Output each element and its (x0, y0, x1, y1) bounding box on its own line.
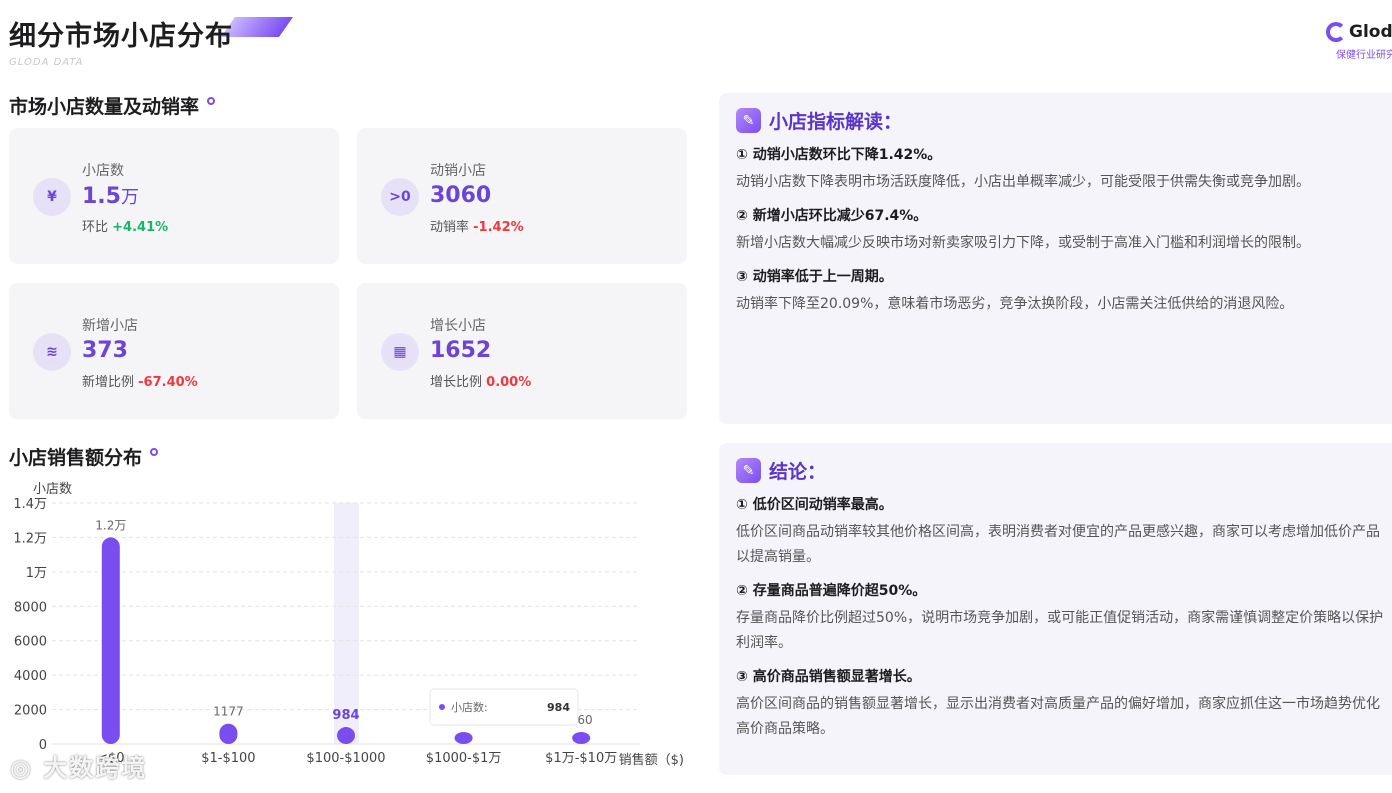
insight-point-title: ② 新增小店环比减少67.4%。 (736, 208, 928, 224)
conclusion-point-body: 高价区间商品的销售额显著增长，显示出消费者对高质量产品的偏好增加，商家应抓住这一… (736, 696, 1380, 737)
conclusion-point-body: 存量商品降价比例超过50%，说明市场竞争加剧，或可能正值促销活动，商家需谨慎调整… (736, 610, 1384, 651)
tooltip-value: 984 (547, 701, 570, 714)
metric-label: 新增小店 (82, 318, 138, 334)
conclusion-panel: ✎ 结论： ① 低价区间动销率最高。 低价区间商品动销率较其他价格区间高，表明消… (719, 443, 1392, 775)
data-label: 1.2万 (95, 518, 126, 532)
change-value: 0.00% (486, 375, 532, 390)
insight-point-title: ③ 动销率低于上一周期。 (736, 269, 893, 285)
chart-svg: 020004000600080001万1.2万1.4万1.2万<$01177$1… (13, 497, 684, 768)
brand-name: Gloda (1349, 22, 1392, 42)
panel-title: 结论： (769, 461, 827, 483)
x-tick-label: $1万-$10万 (545, 751, 617, 766)
metric-label: 增长小店 (430, 318, 486, 334)
change-value: -1.42% (473, 220, 524, 235)
page-subtitle: GLODA DATA (9, 57, 84, 68)
conclusion-point-body: 低价区间商品动销率较其他价格区间高，表明消费者对便宜的产品更感兴趣，商家可以考虑… (736, 524, 1380, 565)
tooltip-series-name: 小店数: (451, 700, 488, 714)
brand: Gloda 保健行业研究 (1326, 22, 1392, 61)
page-title: 细分市场小店分布 (9, 21, 233, 52)
change-value: +4.41% (112, 220, 169, 235)
section-title-sales-distribution: 小店销售额分布 (9, 443, 159, 470)
bar (337, 727, 355, 744)
metric-card-active-stores: >0 动销小店 3060 动销率 -1.42% (357, 128, 687, 264)
pen-icon: ✎ (736, 108, 761, 133)
insight-point-body: 动销率下降至20.09%，意味着市场恶劣，竞争汰换阶段，小店需关注低供给的消退风… (736, 296, 1294, 312)
bar (101, 537, 120, 744)
insight-point-body: 动销小店数下降表明市场活跃度降低，小店出单概率减少，可能受限于供需失衡或竞争加剧… (736, 174, 1310, 190)
info-dot-icon[interactable] (207, 96, 216, 105)
insight-point-title: ① 动销小店数环比下降1.42%。 (736, 147, 942, 163)
sales-distribution-chart: 小店数 0 2000 4000 6000 8000 1万 1.2万 1.4万 1.2万 <$0 11… (0, 470, 700, 793)
metric-change: 增长比例 0.00% (430, 375, 532, 390)
bar (572, 732, 591, 744)
data-label: 1177 (213, 705, 244, 719)
data-label: 984 (332, 708, 359, 723)
chart-tooltip: 小店数: 984 (429, 688, 579, 726)
grid-icon: ▦ (381, 333, 419, 371)
bar (454, 732, 473, 744)
section-title-text: 市场小店数量及动销率 (9, 96, 200, 118)
y-tick-label: 1万 (26, 566, 47, 581)
conclusion-point-title: ② 存量商品普遍降价超50%。 (736, 583, 927, 599)
y-tick-label: 6000 (14, 635, 47, 650)
watermark: ◎ 大数跨境 (10, 754, 148, 782)
x-axis-title: 销售额（$) (619, 752, 684, 768)
y-tick-label: 8000 (14, 600, 47, 615)
watermark-logo-icon: ◎ (10, 754, 44, 782)
pen-icon: ✎ (736, 458, 761, 483)
metric-change: 环比 +4.41% (82, 220, 169, 235)
change-value: -67.40% (138, 375, 198, 390)
metric-card-store-count: ¥ 小店数 1.5万 环比 +4.41% (9, 128, 339, 264)
insight-point-body: 新增小店数大幅减少反映市场对新卖家吸引力下降，或受制于高准入门槛和利润增长的限制… (736, 235, 1310, 251)
panel-title: 小店指标解读： (769, 111, 903, 133)
conclusion-point-title: ③ 高价商品销售额显著增长。 (736, 669, 921, 685)
metric-value: 373 (82, 338, 128, 363)
brand-tagline: 保健行业研究 (1336, 50, 1392, 61)
metric-label: 小店数 (82, 163, 124, 179)
metric-change: 动销率 -1.42% (430, 220, 524, 235)
bar (219, 723, 238, 744)
coin-icon: ¥ (33, 178, 71, 216)
y-tick-label: 2000 (14, 704, 47, 719)
tooltip-series-dot (439, 704, 445, 710)
y-tick-label: 1.2万 (13, 531, 47, 546)
metric-value: 3060 (430, 183, 492, 208)
metric-card-new-stores: ≋ 新增小店 373 新增比例 -67.40% (9, 283, 339, 419)
x-tick-label: $100-$1000 (306, 751, 385, 766)
x-tick-label: $1000-$1万 (426, 751, 502, 766)
metric-value: 1.5万 (82, 184, 139, 209)
section-title-text: 小店销售额分布 (9, 447, 143, 469)
conclusion-point-title: ① 低价区间动销率最高。 (736, 497, 893, 513)
page-title-group: 细分市场小店分布 (9, 14, 233, 53)
active-icon: >0 (381, 178, 419, 216)
metric-value: 1652 (430, 338, 492, 363)
section-title-store-metrics: 市场小店数量及动销率 (9, 92, 216, 119)
metric-card-growing-stores: ▦ 增长小店 1652 增长比例 0.00% (357, 283, 687, 419)
metric-change: 新增比例 -67.40% (82, 375, 198, 390)
metric-label: 动销小店 (430, 163, 486, 179)
y-tick-label: 4000 (14, 669, 47, 684)
brand-logo-icon (1326, 22, 1346, 42)
info-dot-icon[interactable] (150, 447, 159, 456)
insight-panel: ✎ 小店指标解读： ① 动销小店数环比下降1.42%。 动销小店数下降表明市场活… (719, 93, 1392, 424)
x-tick-label: $1-$100 (201, 751, 255, 766)
layers-icon: ≋ (33, 333, 71, 371)
y-tick-label: 1.4万 (13, 497, 47, 512)
